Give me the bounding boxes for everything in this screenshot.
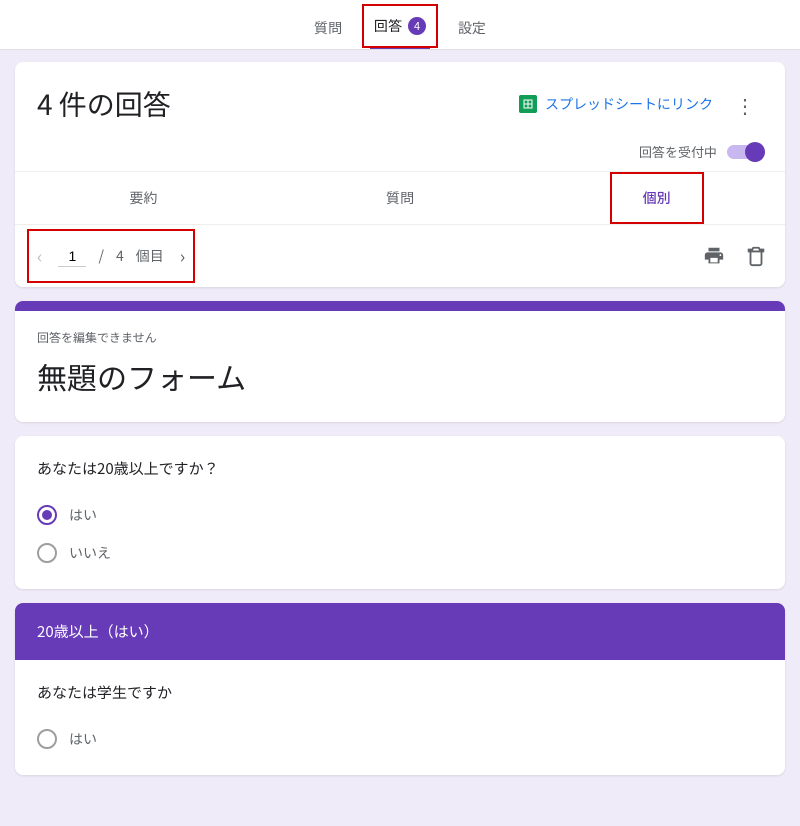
q1-option-no: いいえ — [37, 543, 763, 563]
link-to-sheets-button[interactable]: スプレッドシートにリンク — [519, 94, 713, 114]
tab-responses-label: 回答 — [374, 16, 402, 36]
subtab-individual[interactable]: 個別 — [528, 172, 785, 224]
cannot-edit-label: 回答を編集できません — [37, 329, 763, 346]
top-tabs: 質問 回答 4 設定 — [0, 0, 800, 50]
response-subtabs: 要約 質問 個別 — [15, 171, 785, 224]
section-card-2: 20歳以上（はい） あなたは学生ですか はい — [15, 603, 785, 775]
q1-option-no-label: いいえ — [69, 543, 111, 563]
pager-separator: / — [98, 246, 104, 266]
pager-suffix: 個目 — [136, 246, 164, 266]
response-pager: ‹ / 4 個目 › — [33, 239, 189, 273]
responses-title: 4 件の回答 — [37, 84, 171, 124]
more-menu-button[interactable]: ⋮ — [727, 86, 763, 123]
q2-option-yes: はい — [37, 729, 763, 749]
accent-bar — [15, 301, 785, 311]
highlight-pager — [27, 229, 195, 283]
form-title-card: 回答を編集できません 無題のフォーム — [15, 301, 785, 422]
question-2-text: あなたは学生ですか — [37, 682, 763, 703]
form-title: 無題のフォーム — [37, 354, 763, 398]
radio-unchecked-icon — [37, 729, 57, 749]
subtab-individual-label: 個別 — [643, 188, 671, 208]
q2-option-yes-label: はい — [69, 729, 97, 749]
question-card-1: あなたは20歳以上ですか？ はい いいえ — [15, 436, 785, 589]
trash-icon — [745, 245, 767, 267]
subtab-summary[interactable]: 要約 — [15, 172, 272, 224]
pager-prev-button[interactable]: ‹ — [33, 239, 46, 273]
pager-total: 4 — [116, 246, 124, 266]
subtab-question[interactable]: 質問 — [272, 172, 529, 224]
section-2-header: 20歳以上（はい） — [15, 603, 785, 660]
delete-button[interactable] — [745, 245, 767, 267]
question-1-text: あなたは20歳以上ですか？ — [37, 458, 763, 479]
sheets-icon — [519, 95, 537, 113]
pager-current-input[interactable] — [58, 246, 86, 267]
tab-questions[interactable]: 質問 — [310, 12, 346, 48]
print-icon — [703, 245, 725, 267]
responses-count-badge: 4 — [408, 17, 426, 35]
q1-option-yes-label: はい — [69, 505, 97, 525]
q1-option-yes: はい — [37, 505, 763, 525]
radio-unchecked-icon — [37, 543, 57, 563]
pager-next-button[interactable]: › — [176, 239, 189, 273]
print-button[interactable] — [703, 245, 725, 267]
tab-settings[interactable]: 設定 — [454, 12, 490, 48]
tab-responses[interactable]: 回答 4 — [370, 10, 430, 49]
responses-card: 4 件の回答 スプレッドシートにリンク ⋮ 回答を受付中 要約 質問 個別 — [15, 62, 785, 287]
radio-checked-icon — [37, 505, 57, 525]
accepting-label: 回答を受付中 — [639, 142, 717, 161]
sheets-link-label: スプレッドシートにリンク — [545, 94, 713, 114]
accepting-toggle[interactable] — [727, 145, 763, 159]
